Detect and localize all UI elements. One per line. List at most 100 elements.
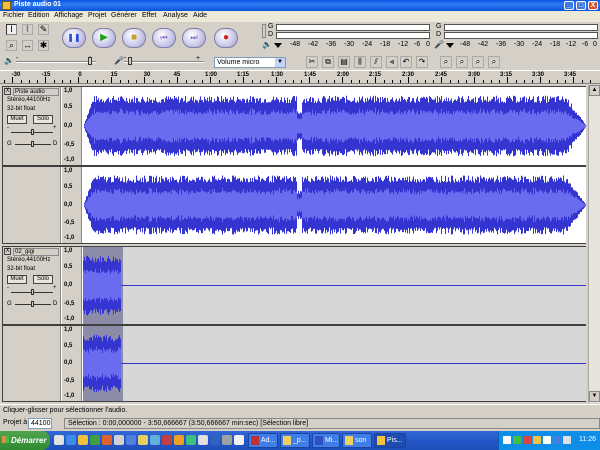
mute-button[interactable]: Muet [7, 275, 27, 284]
track-name-menu[interactable]: 02_gigi [13, 248, 59, 256]
tray-icon[interactable] [513, 436, 521, 444]
quicklaunch-icon[interactable] [114, 435, 124, 445]
menu-aide[interactable]: Aide [193, 12, 207, 19]
quicklaunch-icon[interactable] [234, 435, 244, 445]
scroll-up-icon[interactable]: ▲ [589, 85, 600, 96]
input-volume-slider[interactable] [124, 61, 204, 63]
menu-projet[interactable]: Projet [88, 12, 106, 19]
undo-icon[interactable]: ↶ [400, 56, 412, 68]
play-button[interactable]: ▶ [92, 28, 116, 48]
track-name-menu[interactable]: Piste audio [13, 88, 59, 96]
redo-icon[interactable]: ↷ [416, 56, 428, 68]
maximize-button[interactable]: □ [576, 1, 586, 10]
quicklaunch-icon[interactable] [126, 435, 136, 445]
tray-icon[interactable] [503, 436, 511, 444]
selection-tool-icon[interactable]: I [6, 24, 17, 35]
scroll-down-icon[interactable]: ▼ [589, 391, 600, 402]
close-button[interactable]: X [588, 1, 598, 10]
vertical-scrollbar[interactable]: ▲ ▼ [588, 85, 600, 403]
taskbar-task[interactable]: Ad... [248, 433, 278, 448]
taskbar-task-active[interactable]: Pis... [374, 433, 406, 448]
timeshift-tool-icon[interactable]: ↔ [22, 40, 33, 51]
minimize-button[interactable]: _ [564, 1, 574, 10]
split-icon[interactable]: ⫷ [386, 56, 398, 68]
waveform-right[interactable] [83, 167, 586, 243]
microphone-icon[interactable]: 🎤 [434, 40, 444, 49]
quicklaunch-icon[interactable] [198, 435, 208, 445]
quicklaunch-icon[interactable] [150, 435, 160, 445]
zoom-out-icon[interactable]: ⌕ [456, 56, 468, 68]
menu-affichage[interactable]: Affichage [54, 12, 83, 19]
waveform-left[interactable] [83, 247, 586, 324]
quicklaunch-icon[interactable] [162, 435, 172, 445]
play-meter-menu-icon[interactable] [274, 43, 282, 48]
skip-to-end-button[interactable]: ⏭ [182, 28, 206, 48]
pan-knob[interactable] [31, 301, 34, 307]
tray-icon[interactable] [523, 436, 531, 444]
output-volume-slider[interactable] [16, 61, 96, 63]
input-source-select[interactable]: Volume micro ▼ [214, 57, 286, 68]
waveform-right[interactable] [83, 326, 586, 401]
multi-tool-icon[interactable]: ✱ [38, 40, 49, 51]
input-volume-knob[interactable] [128, 57, 132, 65]
close-track-icon[interactable]: X [4, 88, 11, 95]
quicklaunch-icon[interactable] [78, 435, 88, 445]
trim-icon[interactable]: ⫼ [354, 56, 366, 68]
start-button[interactable]: Démarrer [0, 431, 50, 450]
cut-icon[interactable]: ✂ [306, 56, 318, 68]
draw-tool-icon[interactable]: ✎ [38, 24, 49, 35]
quicklaunch-icon[interactable] [138, 435, 148, 445]
mute-button[interactable]: Muet [7, 115, 27, 124]
quicklaunch-icon[interactable] [54, 435, 64, 445]
zoom-tool-icon[interactable]: ⌕ [6, 40, 17, 51]
tray-icon[interactable] [533, 436, 541, 444]
envelope-tool-icon[interactable]: ⌇ [22, 24, 33, 35]
pause-button[interactable]: ❚❚ [62, 28, 86, 48]
quicklaunch-icon[interactable] [210, 435, 220, 445]
rec-meter-left[interactable] [444, 24, 598, 31]
gain-knob[interactable] [31, 289, 34, 295]
rec-meter-right[interactable] [444, 32, 598, 39]
menu-edition[interactable]: Edition [28, 12, 49, 19]
skip-to-start-button[interactable]: ⏮ [152, 28, 176, 48]
track-02-gigi[interactable]: X 02_gigi Stéréo,44100Hz 32-bit float Mu… [2, 246, 586, 402]
quicklaunch-icon[interactable] [66, 435, 76, 445]
track-piste-audio[interactable]: X Piste audio Stéréo,44100Hz 32-bit floa… [2, 86, 586, 244]
tray-icon[interactable] [543, 436, 551, 444]
play-meter-right[interactable] [276, 32, 430, 39]
tray-icon[interactable] [553, 436, 561, 444]
tray-icon[interactable] [563, 436, 571, 444]
close-track-icon[interactable]: X [4, 248, 11, 255]
quicklaunch-icon[interactable] [222, 435, 232, 445]
gain-knob[interactable] [31, 129, 34, 135]
taskbar-task[interactable]: Mi... [312, 433, 340, 448]
rec-meter-menu-icon[interactable] [446, 43, 454, 48]
play-meter-left[interactable] [276, 24, 430, 31]
silence-icon[interactable]: ⫽ [370, 56, 382, 68]
quicklaunch-icon[interactable] [186, 435, 196, 445]
taskbar-task[interactable]: _p... [280, 433, 310, 448]
quicklaunch-icon[interactable] [174, 435, 184, 445]
record-button[interactable]: ● [214, 28, 238, 48]
quicklaunch-icon[interactable] [102, 435, 112, 445]
solo-button[interactable]: Solo [33, 115, 53, 124]
copy-icon[interactable]: ⧉ [322, 56, 334, 68]
quicklaunch-icon[interactable] [90, 435, 100, 445]
menu-generer[interactable]: Générer [111, 12, 137, 19]
stop-button[interactable]: ■ [122, 28, 146, 48]
fit-project-icon[interactable]: ⌕ [488, 56, 500, 68]
taskbar-task[interactable]: son [342, 433, 372, 448]
menu-effet[interactable]: Effet [142, 12, 156, 19]
menu-analyse[interactable]: Analyse [163, 12, 188, 19]
fit-selection-icon[interactable]: ⌕ [472, 56, 484, 68]
waveform-left[interactable] [83, 87, 586, 165]
chevron-down-icon[interactable]: ▼ [275, 58, 285, 67]
timeline-ruler[interactable]: -30 -15 0 15 30 45 1:00 1:15 1:30 1:45 2… [0, 70, 600, 84]
paste-icon[interactable]: ▤ [338, 56, 350, 68]
solo-button[interactable]: Solo [33, 275, 53, 284]
speaker-icon[interactable]: 🔈 [262, 40, 272, 49]
zoom-in-icon[interactable]: ⌕ [440, 56, 452, 68]
project-rate-select[interactable]: 44100 [28, 418, 52, 429]
menu-fichier[interactable]: Fichier [3, 12, 24, 19]
pan-knob[interactable] [31, 141, 34, 147]
